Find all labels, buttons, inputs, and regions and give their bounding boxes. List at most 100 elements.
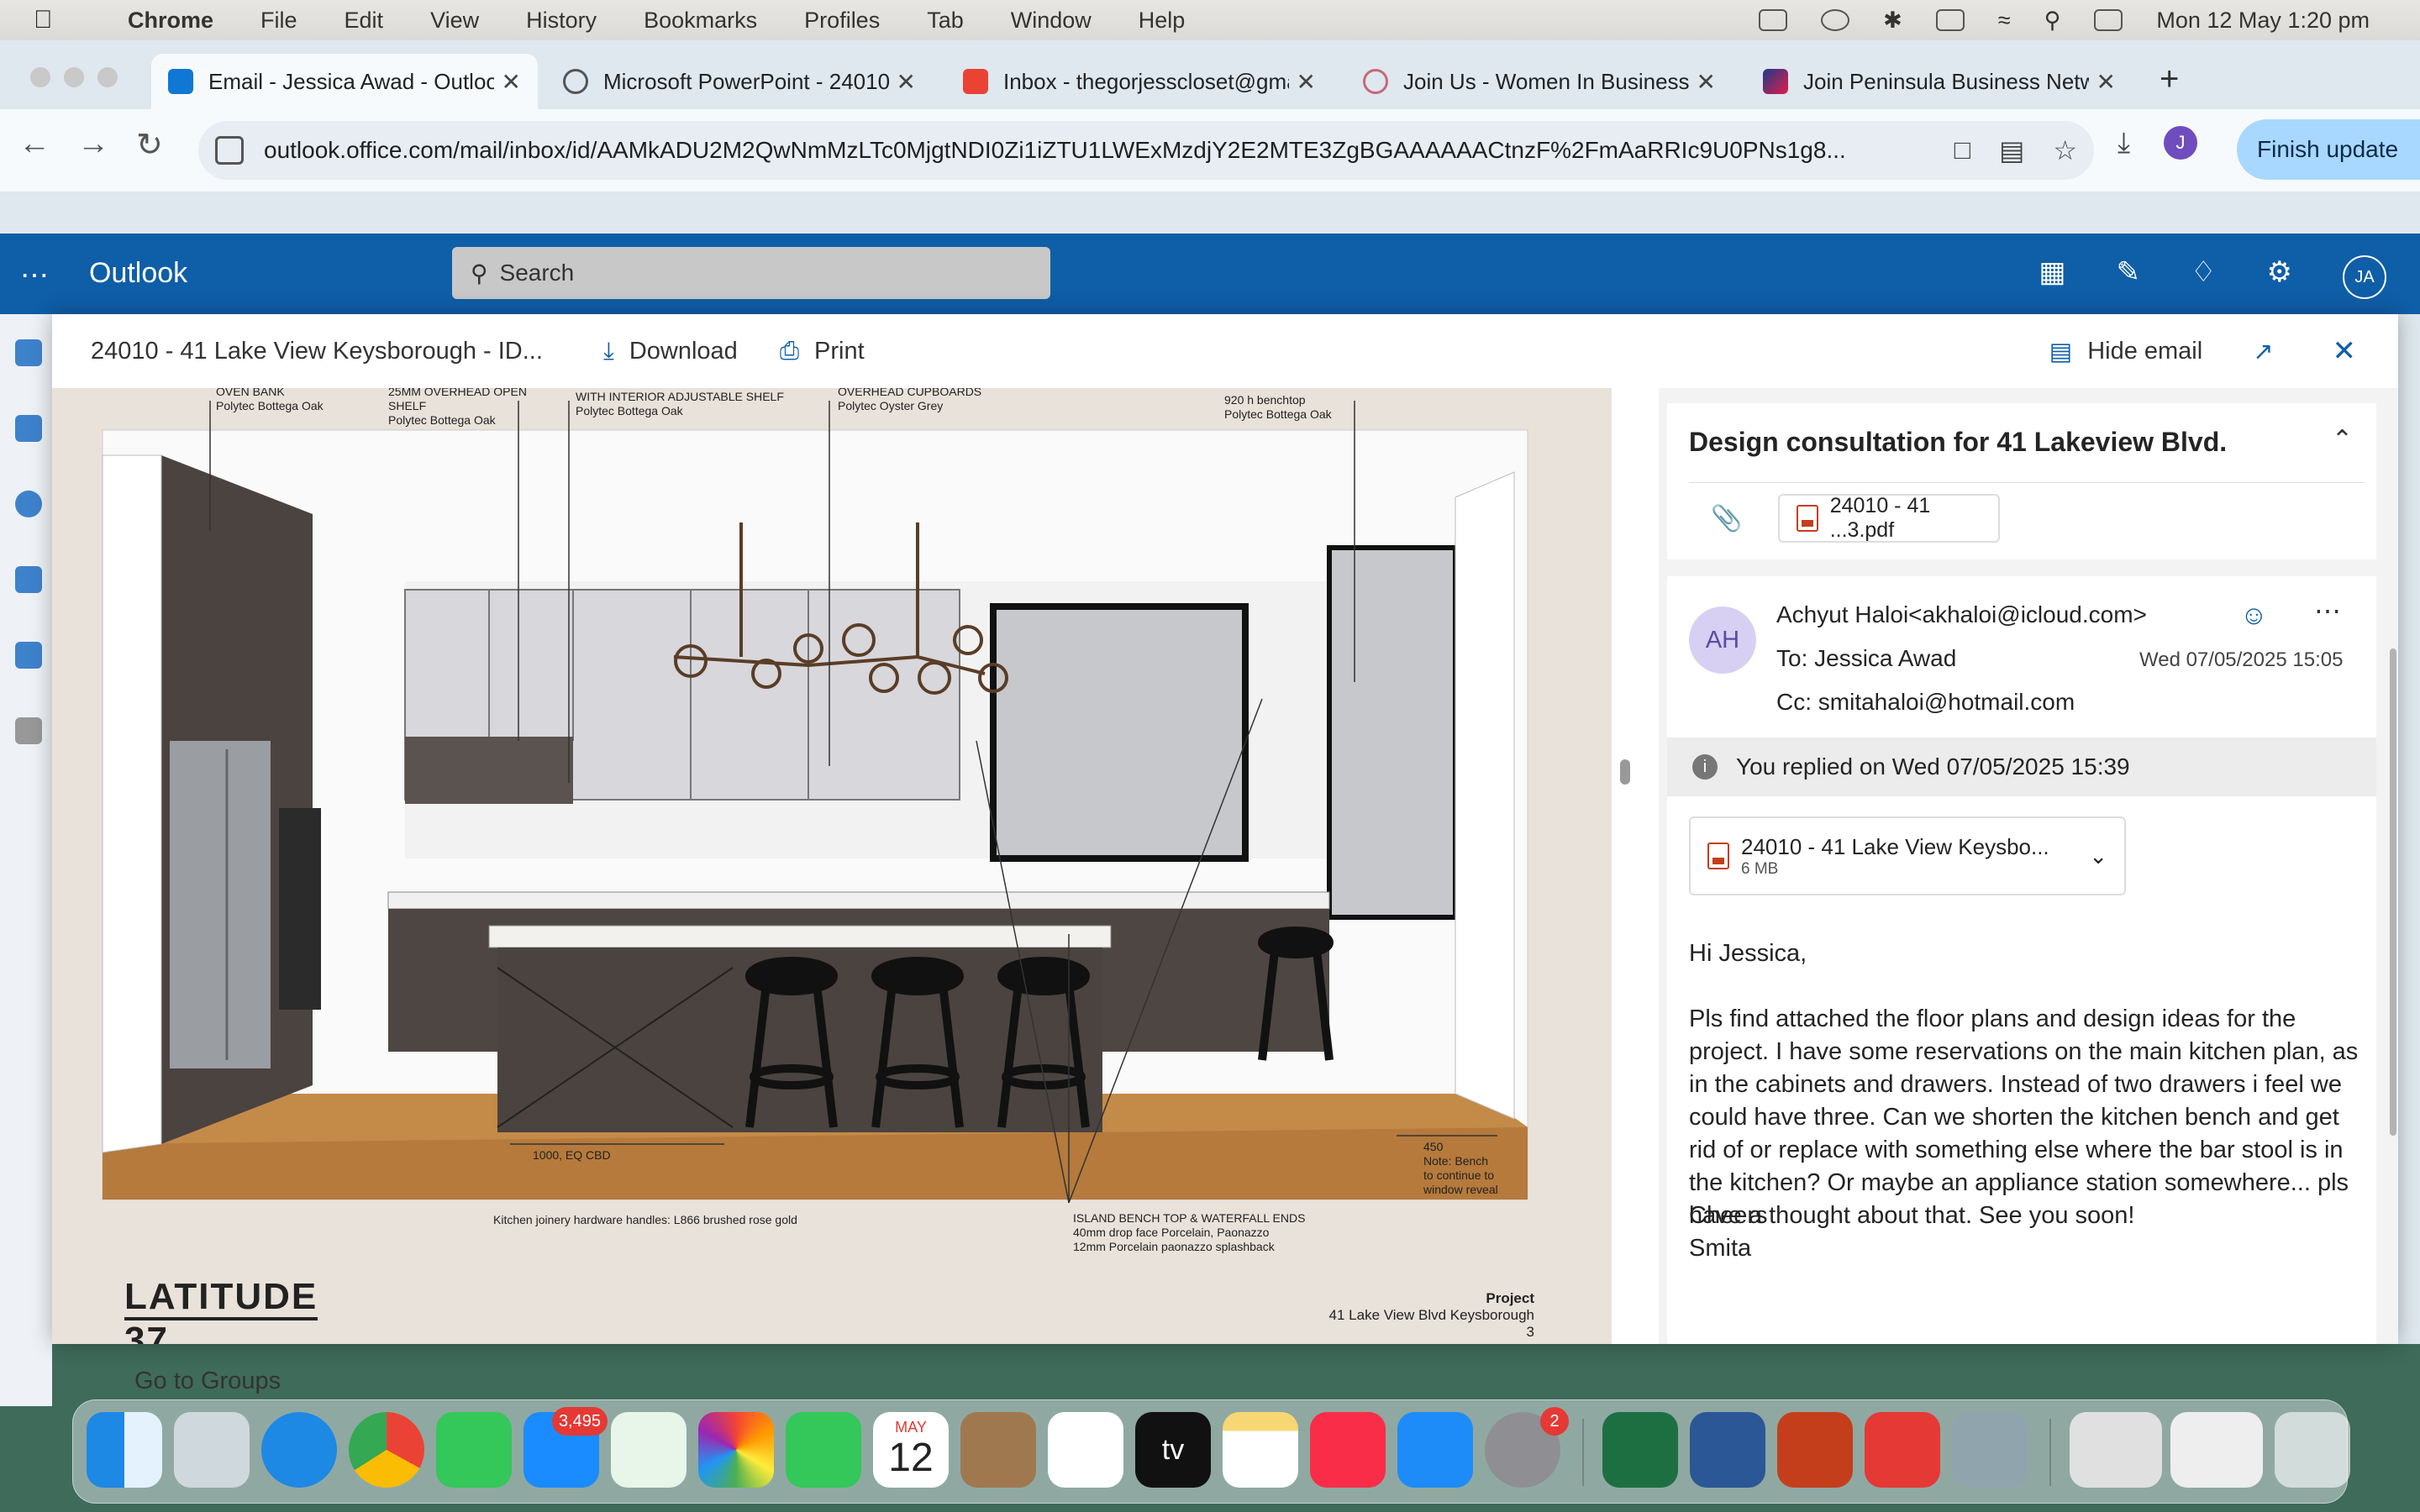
facetime-icon[interactable] — [786, 1412, 861, 1488]
bluetooth-icon[interactable]: ✱ — [1883, 8, 1902, 34]
sender-avatar[interactable]: AH — [1689, 606, 1756, 674]
creative-cloud-icon[interactable] — [1821, 9, 1850, 31]
reminders-icon[interactable] — [1048, 1412, 1123, 1488]
attachment-chip-top[interactable]: 24010 - 41 ...3.pdf — [1778, 494, 2000, 543]
reload-button[interactable]: ↻ — [136, 126, 163, 164]
apple-tv-icon[interactable]: tv — [1135, 1412, 1211, 1488]
go-to-groups-link[interactable]: Go to Groups — [134, 1368, 281, 1395]
tab-peninsula-business[interactable]: Join Peninsula Business Network ✕ — [1746, 54, 2133, 109]
close-icon[interactable]: ✕ — [502, 68, 521, 96]
user-avatar[interactable]: JA — [2343, 255, 2386, 299]
launchpad-icon[interactable] — [174, 1412, 250, 1488]
hide-email-button[interactable]: ▤ Hide email — [2049, 337, 2202, 366]
menubar-clock[interactable]: Mon 12 May 1:20 pm — [2156, 8, 2370, 34]
screen-mirror-icon[interactable] — [1759, 9, 1788, 31]
notes-icon[interactable] — [1223, 1412, 1298, 1488]
search-input[interactable]: ⚲ Search — [452, 247, 1050, 299]
todo-icon[interactable]: ✎ — [2117, 255, 2141, 299]
tab-outlook[interactable]: Email - Jessica Awad - Outlook ✕ — [151, 54, 538, 109]
recent-document-icon[interactable] — [2170, 1412, 2263, 1488]
bookmark-star-icon[interactable]: ☆ — [2053, 134, 2077, 166]
music-icon[interactable] — [1310, 1412, 1386, 1488]
forward-button[interactable]: → — [77, 126, 109, 162]
menu-history[interactable]: History — [526, 8, 597, 34]
spotlight-icon[interactable]: ⚲ — [2044, 8, 2061, 34]
close-icon[interactable]: ✕ — [1697, 68, 1716, 96]
install-app-icon[interactable]: ▤ — [1999, 134, 2024, 166]
attachment-card[interactable]: 24010 - 41 Lake View Keysbo... 6 MB ⌄ — [1689, 816, 2126, 895]
finder-icon[interactable] — [87, 1412, 162, 1488]
safari-icon[interactable] — [261, 1412, 337, 1488]
teams-icon[interactable] — [15, 642, 42, 669]
people-icon[interactable] — [15, 491, 42, 517]
tab-women-in-business[interactable]: Join Us - Women In Business ✕ — [1346, 54, 1733, 109]
menu-view[interactable]: View — [430, 8, 479, 34]
onenote-icon[interactable]: ▦ — [2039, 255, 2065, 299]
settings-gear-icon[interactable]: ⚙ — [2267, 255, 2292, 299]
menu-profiles[interactable]: Profiles — [804, 8, 880, 34]
chevron-down-icon[interactable]: ⌄ — [2089, 843, 2107, 869]
menu-edit[interactable]: Edit — [345, 8, 384, 34]
menu-bookmarks[interactable]: Bookmarks — [644, 8, 757, 34]
sender-name[interactable]: Achyut Haloi<akhaloi@icloud.com> — [1776, 601, 2147, 628]
tab-gmail[interactable]: Inbox - thegorjesscloset@gmail.com ✕ — [946, 54, 1333, 109]
back-button[interactable]: ← — [18, 126, 50, 162]
print-button[interactable]: ⎙ Print — [780, 338, 865, 365]
to-recipient[interactable]: Jessica Awad — [1814, 645, 1956, 671]
close-icon[interactable]: ✕ — [2096, 68, 2116, 96]
address-url[interactable]: outlook.office.com/mail/inbox/id/AAMkADU… — [264, 137, 1936, 164]
window-close-button[interactable] — [30, 67, 50, 87]
menu-tab[interactable]: Tab — [927, 8, 964, 34]
app-store-icon[interactable] — [1397, 1412, 1473, 1488]
cc-recipient[interactable]: smitahaloi@hotmail.com — [1818, 689, 2075, 715]
mail-app-icon[interactable]: 3,495 — [523, 1407, 608, 1488]
site-info-icon[interactable] — [215, 136, 244, 165]
email-scrollbar[interactable] — [2390, 648, 2396, 1136]
word-icon[interactable] — [1690, 1412, 1765, 1488]
menu-file[interactable]: File — [260, 8, 297, 34]
finish-update-button[interactable]: Finish update — [2237, 119, 2420, 180]
recent-document-icon[interactable] — [2070, 1412, 2162, 1488]
profile-avatar[interactable]: J — [2164, 126, 2198, 160]
photos-icon[interactable] — [698, 1412, 774, 1488]
calendar-icon[interactable] — [15, 415, 42, 442]
notifications-bell-icon[interactable]: ♢ — [2191, 255, 2216, 299]
trash-icon[interactable] — [2275, 1412, 2350, 1488]
apple-icon[interactable]:  — [34, 6, 67, 34]
close-icon[interactable]: ✕ — [1297, 68, 1316, 96]
app-launcher-icon[interactable]: ⋯ — [20, 259, 49, 292]
emoji-reaction-icon[interactable]: ☺ — [2240, 600, 2268, 631]
downloads-icon[interactable]: ⤓ — [2118, 127, 2130, 160]
calendar-app-icon[interactable]: MAY 12 — [873, 1412, 949, 1488]
more-apps-icon[interactable] — [15, 717, 42, 744]
mail-icon[interactable] — [15, 339, 42, 366]
menu-app-name[interactable]: Chrome — [128, 8, 213, 34]
powerpoint-icon[interactable] — [1777, 1412, 1853, 1488]
pdf-scrollbar[interactable] — [1620, 759, 1630, 785]
battery-icon[interactable] — [1935, 9, 1965, 31]
tab-powerpoint[interactable]: Microsoft PowerPoint - 24010 ✕ — [546, 54, 933, 109]
contacts-icon[interactable] — [960, 1412, 1036, 1488]
address-bar[interactable]: outlook.office.com/mail/inbox/id/AAMkADU… — [198, 121, 2094, 180]
close-icon[interactable]: ✕ — [897, 68, 916, 96]
wifi-icon[interactable]: ≈ — [1998, 8, 2011, 34]
collapse-chevron-icon[interactable]: ⌃ — [2332, 425, 2353, 454]
menu-window[interactable]: Window — [1011, 8, 1092, 34]
new-tab-button[interactable]: + — [2160, 60, 2179, 98]
system-settings-icon[interactable]: 2 — [1485, 1407, 1569, 1488]
todo-check-icon[interactable] — [15, 566, 42, 593]
preview-app-icon[interactable] — [1952, 1412, 2028, 1488]
window-minimize-button[interactable] — [64, 67, 84, 87]
close-preview-icon[interactable]: ✕ — [2333, 334, 2357, 368]
clipboard-icon[interactable]: □ — [1954, 134, 1970, 166]
messages-icon[interactable] — [436, 1412, 512, 1488]
window-zoom-button[interactable] — [97, 67, 118, 87]
popout-icon[interactable]: ↗ — [2253, 337, 2273, 366]
chrome-icon[interactable] — [349, 1412, 424, 1488]
pdf-viewer[interactable]: OVEN BANK Polytec Bottega Oak 25MM OVERHE… — [52, 388, 1612, 1344]
menu-help[interactable]: Help — [1139, 8, 1186, 34]
download-button[interactable]: ⤓ Download — [603, 338, 738, 365]
maps-icon[interactable] — [611, 1412, 687, 1488]
control-center-icon[interactable] — [2094, 9, 2123, 31]
outlook-title[interactable]: Outlook — [89, 257, 187, 290]
